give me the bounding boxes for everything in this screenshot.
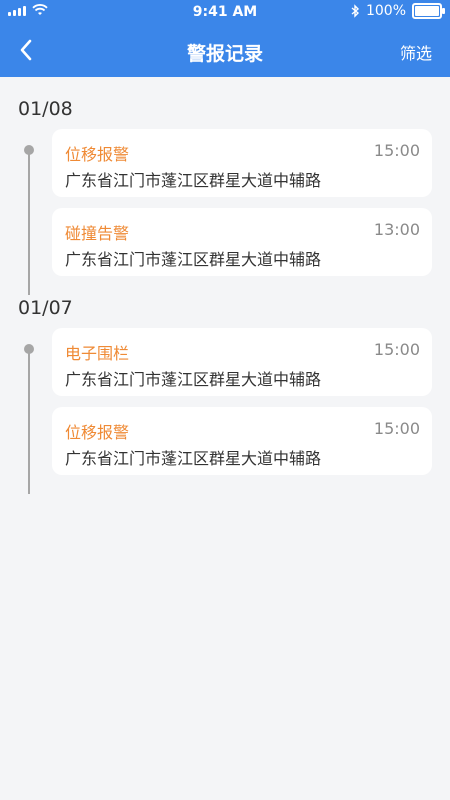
alarm-address: 广东省江门市蓬江区群星大道中辅路 [65, 449, 322, 468]
alarm-card[interactable]: 电子围栏 15:00 广东省江门市蓬江区群星大道中辅路 [52, 328, 432, 396]
alarm-time: 15:00 [373, 340, 420, 359]
bluetooth-icon [351, 4, 360, 18]
timeline-line [28, 149, 30, 295]
status-bar: 9:41 AM 100% [0, 0, 450, 24]
alarm-address: 广东省江门市蓬江区群星大道中辅路 [65, 370, 322, 389]
date-group: 01/07 电子围栏 15:00 广东省江门市蓬江区群星大道中辅路 位移报警 1… [0, 296, 450, 494]
date-group: 01/08 位移报警 15:00 广东省江门市蓬江区群星大道中辅路 碰撞告警 1… [0, 97, 450, 295]
timeline-line [28, 348, 30, 494]
filter-button[interactable]: 筛选 [400, 40, 432, 64]
alarm-list: 01/08 位移报警 15:00 广东省江门市蓬江区群星大道中辅路 碰撞告警 1… [0, 77, 450, 494]
navigation-bar: 警报记录 筛选 [0, 24, 450, 77]
alarm-time: 15:00 [373, 141, 420, 160]
date-label: 01/07 [18, 297, 73, 319]
alarm-time: 15:00 [373, 419, 420, 438]
alarm-type: 电子围栏 [65, 344, 130, 363]
alarm-type: 碰撞告警 [65, 224, 130, 243]
alarm-card[interactable]: 位移报警 15:00 广东省江门市蓬江区群星大道中辅路 [52, 129, 432, 197]
app-header: 9:41 AM 100% 警报记录 筛选 [0, 0, 450, 77]
alarm-type: 位移报警 [65, 145, 130, 164]
status-right: 100% [350, 3, 445, 19]
alarm-type: 位移报警 [65, 423, 130, 442]
alarm-card[interactable]: 碰撞告警 13:00 广东省江门市蓬江区群星大道中辅路 [52, 208, 432, 276]
battery-icon [412, 3, 445, 19]
date-label: 01/08 [18, 98, 73, 120]
alarm-card[interactable]: 位移报警 15:00 广东省江门市蓬江区群星大道中辅路 [52, 407, 432, 475]
battery-percent: 100% [365, 3, 406, 19]
alarm-address: 广东省江门市蓬江区群星大道中辅路 [65, 250, 322, 269]
alarm-address: 广东省江门市蓬江区群星大道中辅路 [65, 171, 322, 190]
page-title: 警报记录 [186, 43, 263, 65]
alarm-time: 13:00 [373, 220, 420, 239]
